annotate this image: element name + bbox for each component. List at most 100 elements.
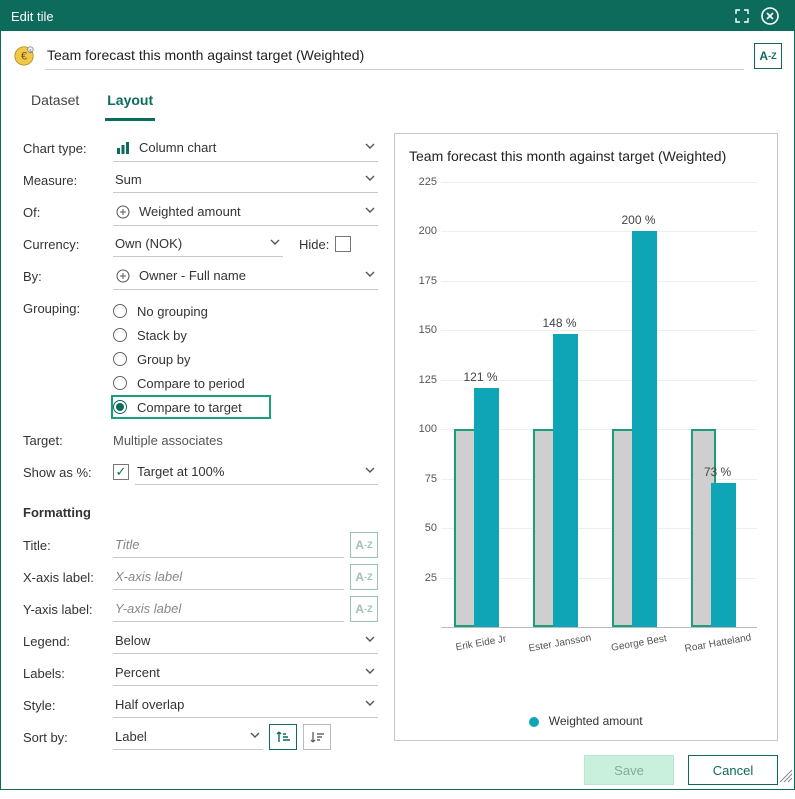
sort-desc-button[interactable] xyxy=(303,724,331,750)
radio-compare-period[interactable]: Compare to period xyxy=(113,371,378,395)
labels-value: Percent xyxy=(115,665,160,680)
xaxis-label: X-axis label: xyxy=(23,570,113,585)
by-select[interactable]: Owner - Full name xyxy=(113,263,378,290)
title-label: Title: xyxy=(23,538,113,553)
chevron-down-icon xyxy=(364,697,376,712)
chart-title: Team forecast this month against target … xyxy=(409,148,765,164)
radio-stack-by[interactable]: Stack by xyxy=(113,323,378,347)
radio-no-grouping[interactable]: No grouping xyxy=(113,299,378,323)
labels-label: Labels: xyxy=(23,666,113,681)
y-tick: 200 xyxy=(407,225,437,237)
chevron-down-icon xyxy=(269,236,281,251)
category-label: Erik Eide Jr xyxy=(454,634,506,654)
sort-select[interactable]: Label xyxy=(113,724,263,750)
currency-icon: €$ xyxy=(13,45,35,67)
y-tick: 25 xyxy=(407,572,437,584)
dialog-title: Edit tile xyxy=(11,9,54,24)
bar-label: 148 % xyxy=(542,316,576,330)
chevron-down-icon xyxy=(364,204,376,219)
chart-type-select[interactable]: Column chart xyxy=(113,135,378,162)
chevron-down-icon xyxy=(364,268,376,283)
sort-value: Label xyxy=(115,729,147,744)
xaxis-input[interactable]: X-axis label xyxy=(113,564,344,590)
grouping-label: Grouping: xyxy=(23,301,113,316)
translate-xaxis-button[interactable]: A-Z xyxy=(350,564,378,590)
legend-label: Legend: xyxy=(23,634,113,649)
radio-group-by[interactable]: Group by xyxy=(113,347,378,371)
target-label: Target: xyxy=(23,433,113,448)
legend-value: Below xyxy=(115,633,150,648)
y-tick: 175 xyxy=(407,275,437,287)
radio-compare-target[interactable]: Compare to target xyxy=(111,395,271,419)
target-value: Multiple associates xyxy=(113,433,223,448)
category-label: Ester Jansson xyxy=(527,633,591,655)
of-value: Weighted amount xyxy=(139,204,241,219)
tabs: Dataset Layout xyxy=(1,74,794,121)
bar-label: 121 % xyxy=(463,370,497,384)
chevron-down-icon xyxy=(364,633,376,648)
hide-label: Hide: xyxy=(299,237,329,252)
category-label: Roar Hatteland xyxy=(683,632,751,655)
bar-label: 200 % xyxy=(621,213,655,227)
expand-icon[interactable] xyxy=(728,8,756,25)
chart-legend: Weighted amount xyxy=(407,714,765,728)
field-icon xyxy=(115,204,131,220)
y-tick: 75 xyxy=(407,473,437,485)
bar-label: 73 % xyxy=(704,465,731,479)
y-tick: 50 xyxy=(407,522,437,534)
tab-layout[interactable]: Layout xyxy=(105,86,155,121)
y-tick: 100 xyxy=(407,423,437,435)
showas-select[interactable]: Target at 100% xyxy=(135,459,378,485)
currency-label: Currency: xyxy=(23,237,113,252)
showas-label: Show as %: xyxy=(23,465,113,480)
save-button[interactable]: Save xyxy=(584,755,674,785)
y-tick: 150 xyxy=(407,324,437,336)
legend-label: Weighted amount xyxy=(549,714,643,728)
style-select[interactable]: Half overlap xyxy=(113,692,378,718)
style-label: Style: xyxy=(23,698,113,713)
translate-button[interactable]: A-Z xyxy=(754,43,782,69)
y-tick: 125 xyxy=(407,374,437,386)
chevron-down-icon xyxy=(364,464,376,479)
by-label: By: xyxy=(23,269,113,284)
hide-checkbox[interactable] xyxy=(335,236,351,252)
svg-text:€: € xyxy=(21,50,27,62)
field-icon xyxy=(115,268,131,284)
of-label: Of: xyxy=(23,205,113,220)
legend-swatch xyxy=(529,717,539,727)
currency-value: Own (NOK) xyxy=(115,236,182,251)
translate-yaxis-button[interactable]: A-Z xyxy=(350,596,378,622)
translate-title-button[interactable]: A-Z xyxy=(350,532,378,558)
showas-checkbox[interactable] xyxy=(113,464,129,480)
value-bar xyxy=(553,334,578,627)
yaxis-input[interactable]: Y-axis label xyxy=(113,596,344,622)
measure-value: Sum xyxy=(115,172,142,187)
tile-name-row: €$ Team forecast this month against targ… xyxy=(1,31,794,74)
by-value: Owner - Full name xyxy=(139,268,246,283)
chevron-down-icon xyxy=(364,172,376,187)
cancel-button[interactable]: Cancel xyxy=(688,755,778,785)
value-bar xyxy=(474,388,499,627)
category-label: George Best xyxy=(610,633,667,654)
chart-type-label: Chart type: xyxy=(23,141,113,156)
currency-select[interactable]: Own (NOK) xyxy=(113,231,283,257)
layout-form: Chart type: Column chart Measure: Sum Of… xyxy=(13,133,378,741)
formatting-header: Formatting xyxy=(23,505,378,520)
chevron-down-icon xyxy=(364,665,376,680)
y-tick: 225 xyxy=(407,176,437,188)
value-bar xyxy=(711,483,736,627)
labels-select[interactable]: Percent xyxy=(113,660,378,686)
yaxis-label: Y-axis label: xyxy=(23,602,113,617)
resize-grip-icon[interactable] xyxy=(779,769,793,788)
of-select[interactable]: Weighted amount xyxy=(113,199,378,226)
value-bar xyxy=(632,231,657,627)
measure-label: Measure: xyxy=(23,173,113,188)
title-input[interactable]: Title xyxy=(113,532,344,558)
sort-asc-button[interactable] xyxy=(269,724,297,750)
tile-name-input[interactable]: Team forecast this month against target … xyxy=(45,41,744,70)
close-icon[interactable] xyxy=(756,7,784,25)
tab-dataset[interactable]: Dataset xyxy=(29,86,81,121)
style-value: Half overlap xyxy=(115,697,184,712)
legend-select[interactable]: Below xyxy=(113,628,378,654)
measure-select[interactable]: Sum xyxy=(113,167,378,193)
